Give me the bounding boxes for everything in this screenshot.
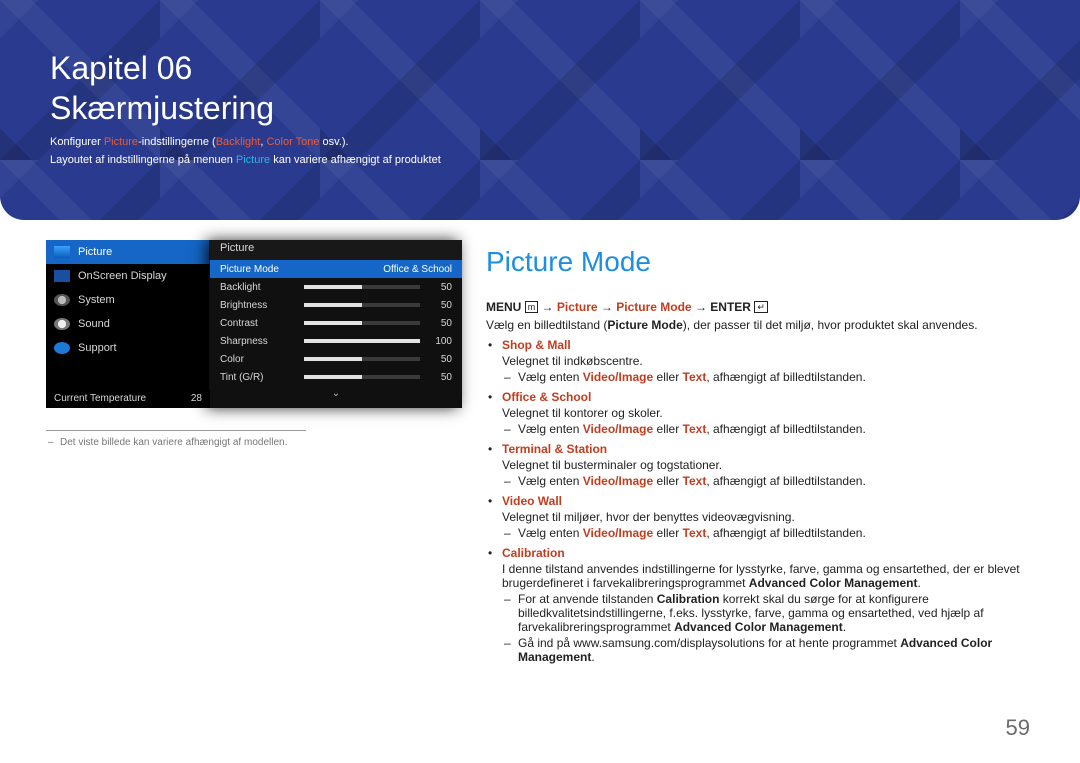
chapter-name: Skærmjustering [50,90,274,126]
option-video-wall: Video Wall Velegnet til miljøer, hvor de… [486,494,1034,540]
option-subnote: Vælg enten Video/Image eller Text, afhæn… [502,370,1034,384]
slider[interactable] [304,339,420,343]
speaker-icon [54,318,70,330]
menu-icon: m [525,301,539,313]
chevron-down-icon[interactable]: ⌄ [210,386,462,399]
osd-side-picture[interactable]: Picture [46,240,209,264]
article: Picture Mode MENU m → Picture → Picture … [486,240,1034,664]
help-icon [54,342,70,354]
picture-icon [54,246,70,258]
osd-row-brightness[interactable]: Brightness 50 [210,296,462,314]
article-intro: Vælg en billedtilstand (Picture Mode), d… [486,318,1034,332]
divider [46,430,306,431]
osd-row-contrast[interactable]: Contrast 50 [210,314,462,332]
osd-side-footer: Current Temperature 28 [46,389,210,408]
menu-path: MENU m → Picture → Picture Mode → ENTER … [486,300,1034,314]
osd-row-backlight[interactable]: Backlight 50 [210,278,462,296]
osd-menu: Picture OnScreen Display System Sound Su… [46,240,462,408]
slider[interactable] [304,285,420,289]
option-subnote: Vælg enten Video/Image eller Text, afhæn… [502,422,1034,436]
osd-row-tint[interactable]: Tint (G/R) 50 [210,368,462,386]
slider[interactable] [304,321,420,325]
option-shop-mall: Shop & Mall Velegnet til indkøbscentre. … [486,338,1034,384]
calibration-note-2: Gå ind på www.samsung.com/displaysolutio… [502,636,1034,664]
osd-panel: Picture Picture Mode Office & School Bac… [210,240,462,408]
chapter-title: Kapitel 06 Skærmjustering [50,48,1030,128]
slider[interactable] [304,303,420,307]
option-subnote: Vælg enten Video/Image eller Text, afhæn… [502,474,1034,488]
calibration-note-1: For at anvende tilstanden Calibration ko… [502,592,1034,634]
option-office-school: Office & School Velegnet til kontorer og… [486,390,1034,436]
option-calibration: Calibration I denne tilstand anvendes in… [486,546,1034,664]
osd-sidebar: Picture OnScreen Display System Sound Su… [46,240,210,408]
osd-row-picture-mode[interactable]: Picture Mode Office & School [210,260,462,278]
slider[interactable] [304,375,420,379]
osd-row-sharpness[interactable]: Sharpness 100 [210,332,462,350]
page-number: 59 [1006,715,1030,741]
osd-panel-title: Picture [210,240,462,260]
osd-footnote: Det viste billede kan variere afhængigt … [46,437,462,448]
osd-screenshot: Picture OnScreen Display System Sound Su… [46,240,462,448]
osd-side-support[interactable]: Support [46,336,209,360]
option-terminal-station: Terminal & Station Velegnet til bustermi… [486,442,1034,488]
osd-side-onscreen[interactable]: OnScreen Display [46,264,209,288]
slider[interactable] [304,357,420,361]
chapter-intro-1: Konfigurer Picture-indstillingerne (Back… [50,136,1030,148]
option-list: Shop & Mall Velegnet til indkøbscentre. … [486,338,1034,664]
osd-side-system[interactable]: System [46,288,209,312]
gear-icon [54,294,70,306]
option-subnote: Vælg enten Video/Image eller Text, afhæn… [502,526,1034,540]
onscreen-icon [54,270,70,282]
chapter-intro-2: Layoutet af indstillingerne på menuen Pi… [50,154,1030,166]
article-heading: Picture Mode [486,246,1034,278]
calibration-desc: I denne tilstand anvendes indstillingern… [502,562,1034,590]
osd-row-color[interactable]: Color 50 [210,350,462,368]
enter-icon: ↵ [754,301,768,313]
chapter-header: Kapitel 06 Skærmjustering Konfigurer Pic… [0,0,1080,220]
chapter-number: Kapitel 06 [50,50,192,86]
osd-side-sound[interactable]: Sound [46,312,209,336]
